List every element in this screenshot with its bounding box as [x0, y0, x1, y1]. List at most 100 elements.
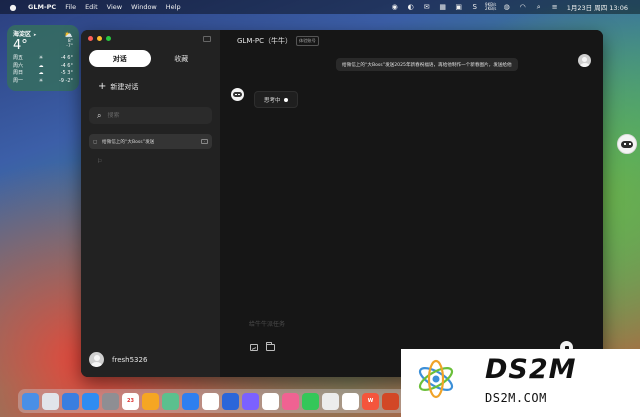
dock-wps-icon[interactable]: W [362, 392, 379, 410]
dock-app-store-icon[interactable] [82, 392, 99, 410]
cloud-icon: ☁ [38, 62, 44, 69]
user-avatar [578, 54, 591, 67]
dock-app-white-icon[interactable] [342, 392, 359, 410]
folder-icon[interactable] [266, 342, 275, 351]
dock-system-settings-icon[interactable] [102, 392, 119, 410]
tab-conversations[interactable]: 对话 [89, 50, 151, 67]
dock-calendar-icon[interactable]: 23 [122, 392, 139, 410]
plus-icon: + [98, 81, 107, 92]
dock-finder-2-icon[interactable] [62, 392, 79, 410]
search-spotlight-icon[interactable]: ⌕ [535, 3, 543, 11]
history-item[interactable]: ◻ 给微信上的“大Boss”发送 · [89, 134, 212, 149]
sidebar-search[interactable]: ⌕ [89, 107, 212, 124]
dock-chrome-icon[interactable] [202, 392, 219, 410]
dock-app-mixed-icon[interactable] [242, 392, 259, 410]
forecast-row: 周日 ☁ -5 3° [13, 70, 73, 76]
dock-app-blue-icon[interactable] [222, 392, 239, 410]
new-chat-button[interactable]: + 新建对话 [98, 82, 138, 92]
weather-temperature: 4° [13, 38, 28, 53]
avatar [89, 352, 104, 367]
history-item-menu-icon[interactable]: · [201, 139, 208, 144]
sidebar: 对话 收藏 + 新建对话 ⌕ ◻ 给微信上的“大Boss”发送 · ⚐ fres… [81, 30, 220, 377]
watermark-subtitle: DS2M.COM [485, 391, 547, 405]
menu-edit[interactable]: Edit [85, 3, 98, 11]
chat-header: GLM-PC（牛牛） 体验账号 [237, 36, 319, 46]
dock-calendar-label: 23 [127, 397, 134, 404]
dock-wps-label: W [367, 397, 374, 404]
menu-window[interactable]: Window [131, 3, 157, 11]
status-media-icon[interactable]: ▦ [439, 3, 447, 11]
status-app-icon[interactable]: ◉ [391, 3, 399, 11]
dock-app-circle-icon[interactable] [322, 392, 339, 410]
menu-bar: ● GLM-PC File Edit View Window Help ◉ ◐ … [0, 0, 640, 14]
dock-app-green-icon[interactable] [302, 392, 319, 410]
dock-photos-icon[interactable] [142, 392, 159, 410]
wechat-icon[interactable]: ◐ [407, 3, 415, 11]
watermark: DS2M DS2M.COM [401, 349, 640, 417]
chat-main: GLM-PC（牛牛） 体验账号 给微信上的“大Boss”发送2025年新春祝福语… [220, 30, 603, 377]
dock: 23 W [18, 389, 422, 413]
forecast-row: 周一 ☀ -9 -2° [13, 77, 73, 84]
dock-finder-icon[interactable] [22, 392, 39, 410]
apple-menu-icon[interactable]: ● [9, 3, 17, 12]
search-input[interactable] [107, 112, 198, 119]
image-upload-icon[interactable] [250, 344, 258, 351]
sidebar-tabs: 对话 收藏 [89, 50, 212, 67]
weather-forecast: 周五 ☀ -4 6° 周六 ☁ -4 6° 周日 ☁ -5 3° 周一 ☀ -9… [13, 55, 73, 85]
window-controls [88, 36, 111, 41]
wifi-icon[interactable]: ◠ [519, 3, 527, 11]
control-center-icon[interactable]: ≡ [551, 3, 559, 11]
minimize-window-button[interactable] [97, 36, 102, 41]
menu-file[interactable]: File [65, 3, 76, 11]
user-name: fresh5326 [112, 355, 148, 364]
bot-avatar [231, 88, 244, 101]
sidebar-toggle-icon[interactable] [203, 36, 211, 42]
weather-high-low: 8° -7° [66, 39, 73, 49]
status-mail-icon[interactable]: ✉ [423, 3, 431, 11]
weather-low: -7° [66, 44, 73, 49]
dock-safari-icon[interactable] [182, 392, 199, 410]
sun-icon: ☀ [38, 77, 44, 84]
menu-app-name[interactable]: GLM-PC [28, 3, 56, 11]
cloud-icon: ☁ [38, 70, 44, 76]
weather-widget[interactable]: 海淀区 ➤ 4° ⛅ 8° -7° 周五 ☀ -4 6° 周六 ☁ -4 6° … [7, 25, 79, 91]
chat-title: GLM-PC（牛牛） [237, 37, 292, 45]
dock-maps-icon[interactable] [162, 392, 179, 410]
glm-pc-window: 对话 收藏 + 新建对话 ⌕ ◻ 给微信上的“大Boss”发送 · ⚐ fres… [81, 30, 603, 377]
atom-logo-icon [418, 359, 454, 399]
forecast-row: 周五 ☀ -4 6° [13, 55, 73, 61]
dock-ppt-icon[interactable] [382, 392, 399, 410]
status-area: ◉ ◐ ✉ ▦ ▣ S 9KB/s 2KB/s ◍ ◠ ⌕ ≡ 1月23日 周四… [391, 2, 628, 13]
sun-icon: ☀ [38, 55, 44, 61]
menubar-clock[interactable]: 1月23日 周四 13:06 [567, 2, 628, 12]
zoom-window-button[interactable] [106, 36, 111, 41]
tab-favorites[interactable]: 收藏 [151, 50, 213, 67]
menu-help[interactable]: Help [166, 3, 181, 11]
dock-app-pink-icon[interactable] [282, 392, 299, 410]
location-arrow-icon: ➤ [33, 32, 37, 37]
chat-bubble-icon: ◻ [93, 138, 98, 145]
thinking-dot-icon [283, 97, 288, 102]
composer-input[interactable]: 给牛牛派任务 [249, 319, 285, 328]
close-window-button[interactable] [88, 36, 93, 41]
flag-icon[interactable]: ⚐ [97, 158, 102, 165]
search-icon: ⌕ [97, 110, 102, 120]
new-chat-label: 新建对话 [110, 83, 139, 91]
history-item-title: 给微信上的“大Boss”发送 [102, 139, 155, 145]
status-s-icon[interactable]: S [471, 3, 479, 11]
network-stats[interactable]: 9KB/s 2KB/s [485, 3, 496, 11]
dock-chatgpt-icon[interactable] [262, 392, 279, 410]
trial-badge: 体验账号 [296, 36, 319, 46]
watermark-title: DS2M [485, 354, 577, 385]
user-profile[interactable]: fresh5326 [89, 352, 147, 367]
floating-assistant-icon[interactable] [617, 134, 637, 154]
dock-launchpad-icon[interactable] [42, 392, 59, 410]
thinking-label: 思考中 [264, 97, 281, 104]
status-circle-icon[interactable]: ◍ [503, 3, 511, 11]
forecast-row: 周六 ☁ -4 6° [13, 62, 73, 69]
thinking-indicator: 思考中 [254, 91, 298, 108]
user-message: 给微信上的“大Boss”发送2025年新春祝福语，再给他制作一个新春图片，发送给… [336, 58, 518, 71]
cloud-sun-icon: ⛅ [64, 31, 73, 39]
status-grid-icon[interactable]: ▣ [455, 3, 463, 11]
menu-view[interactable]: View [107, 3, 122, 11]
